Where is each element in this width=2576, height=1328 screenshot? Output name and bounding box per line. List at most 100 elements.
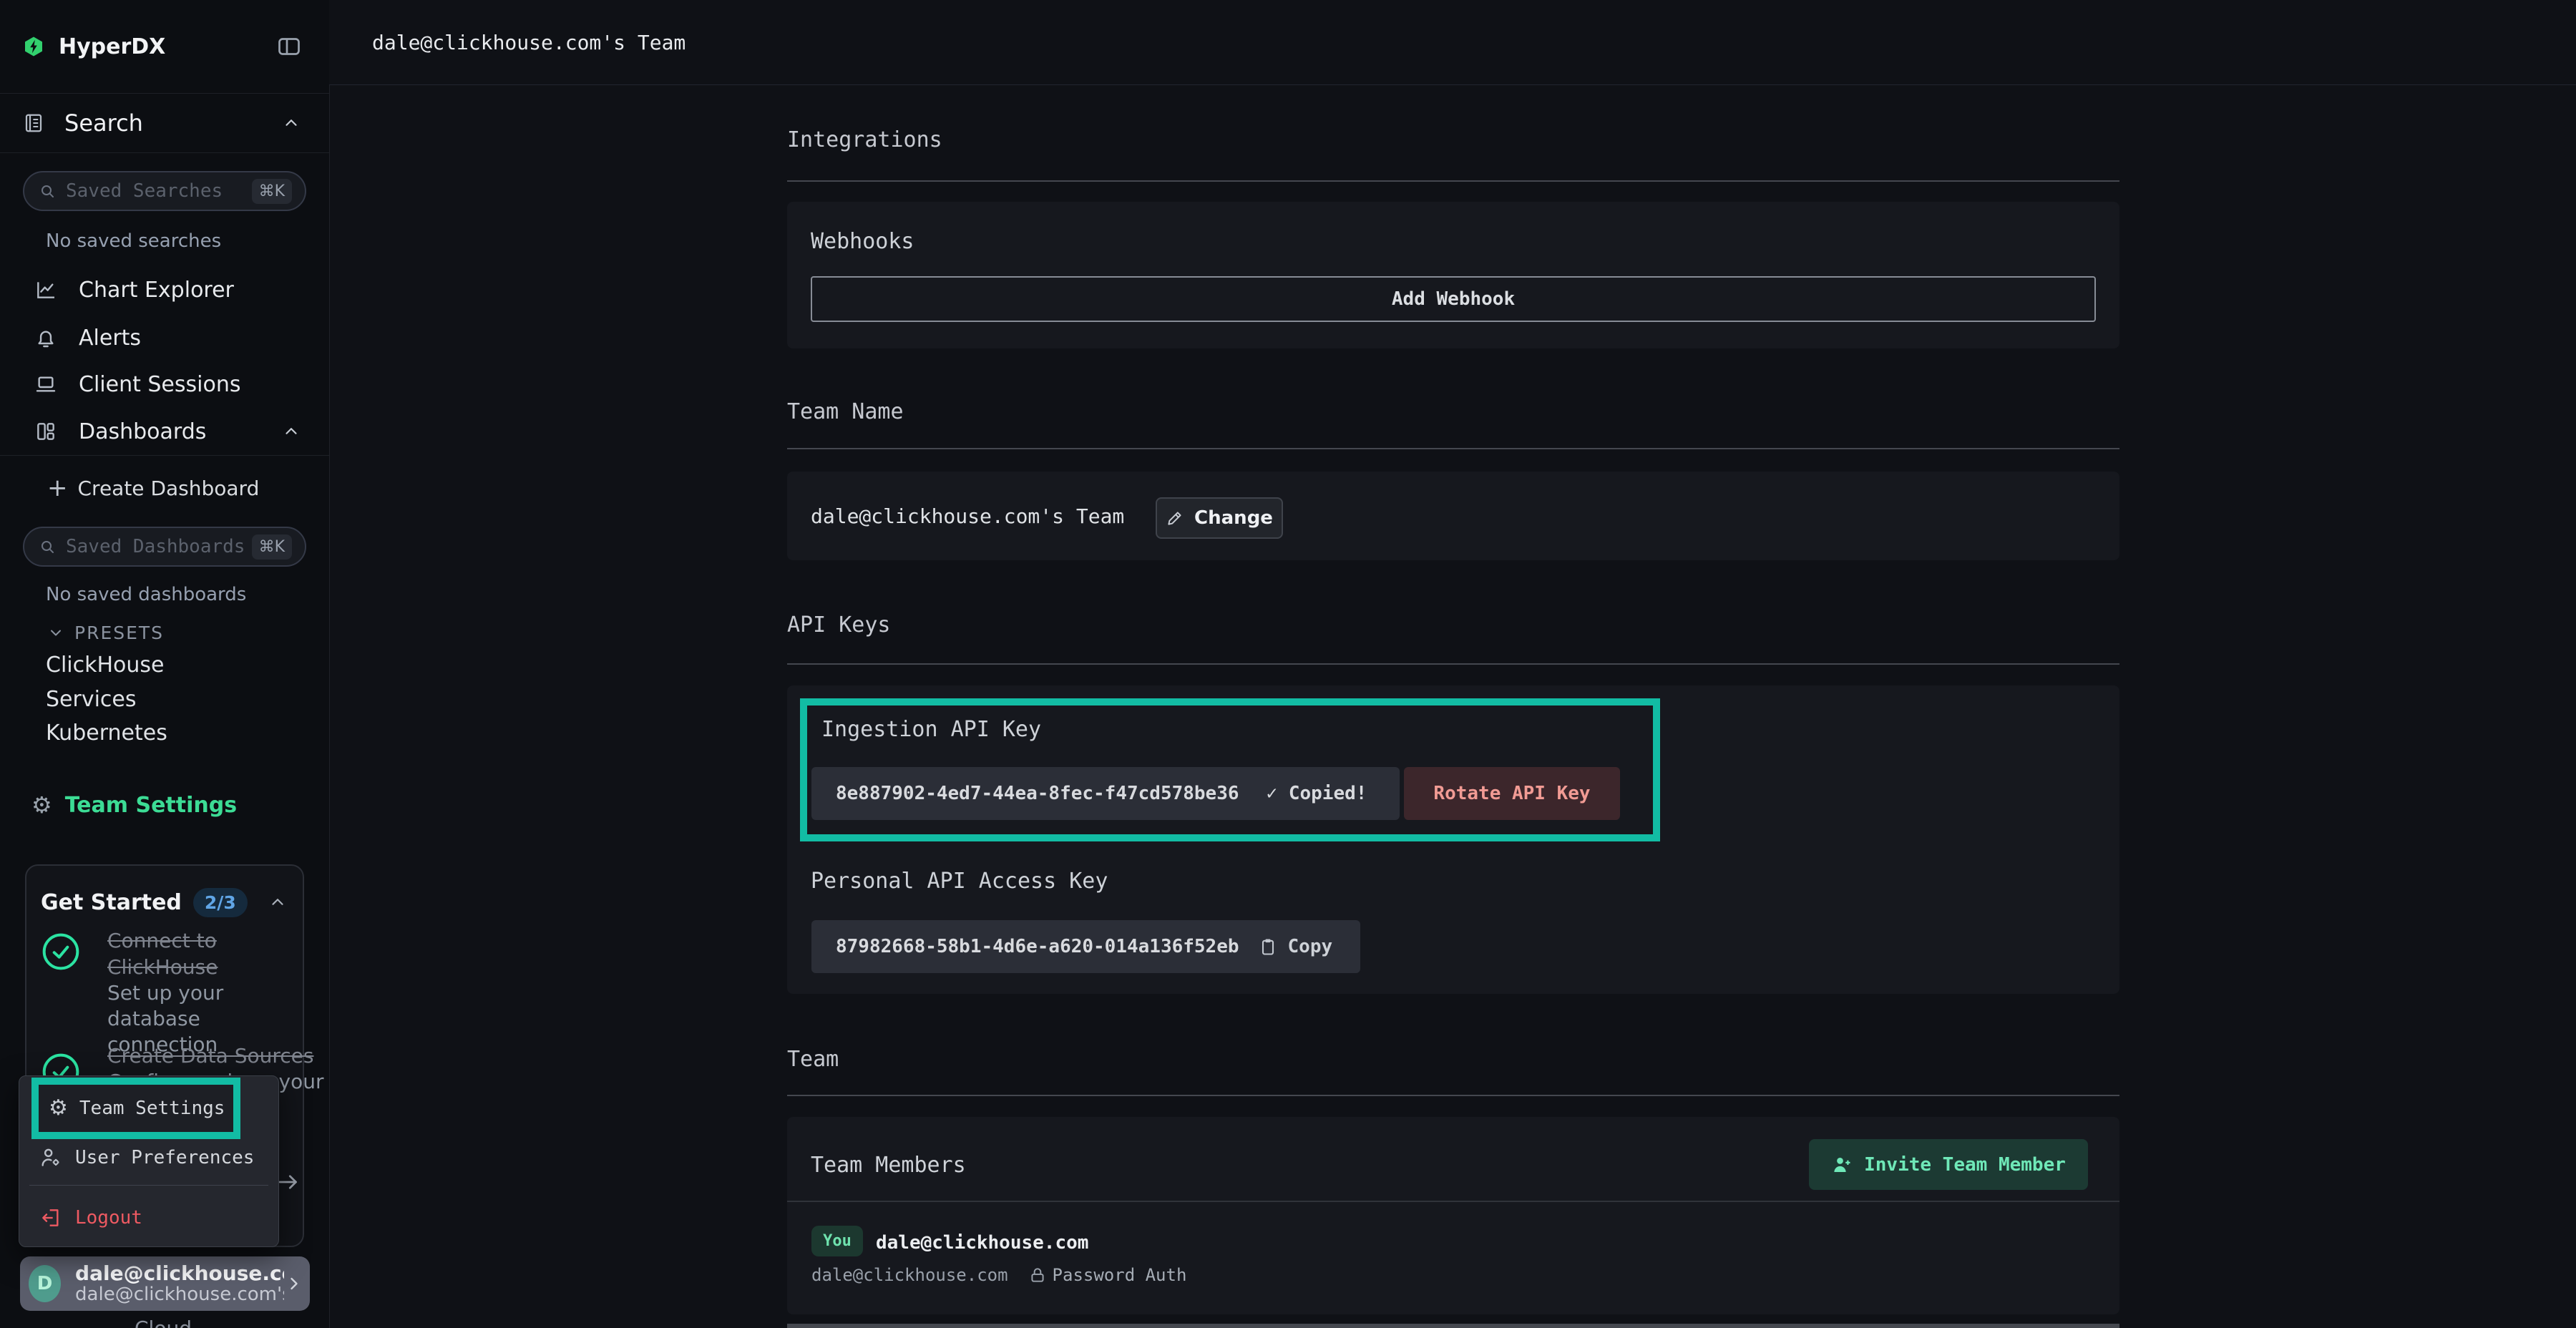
section-divider bbox=[787, 1095, 2119, 1096]
chart-icon bbox=[34, 278, 57, 301]
section-divider bbox=[787, 448, 2119, 449]
chevron-up-icon[interactable] bbox=[268, 893, 287, 912]
dashboard-grid-icon bbox=[34, 420, 57, 443]
team-heading: Team bbox=[787, 1047, 839, 1072]
team-name-card: dale@clickhouse.com's Team Change bbox=[787, 472, 2119, 560]
pencil-icon bbox=[1166, 509, 1184, 527]
menu-item-team-settings-highlighted[interactable]: ⚙ Team Settings bbox=[31, 1078, 240, 1139]
rotate-api-key-button[interactable]: Rotate API Key bbox=[1404, 767, 1620, 820]
gear-icon: ⚙ bbox=[31, 794, 52, 816]
preset-services[interactable]: Services bbox=[46, 687, 137, 712]
create-dashboard-label: Create Dashboard bbox=[78, 477, 260, 500]
change-button-label: Change bbox=[1194, 507, 1273, 529]
sidebar-item-dashboards[interactable]: Dashboards bbox=[0, 411, 329, 452]
sidebar-item-label: Chart Explorer bbox=[79, 278, 234, 303]
saved-searches-placeholder: Saved Searches bbox=[66, 180, 223, 202]
member-email: dale@clickhouse.com bbox=[811, 1265, 1008, 1285]
change-team-name-button[interactable]: Change bbox=[1156, 497, 1283, 539]
next-section-edge bbox=[787, 1324, 2119, 1328]
logout-icon bbox=[39, 1206, 62, 1229]
search-icon bbox=[39, 182, 56, 200]
shortcut-badge: ⌘K bbox=[252, 534, 292, 560]
search-icon bbox=[39, 538, 56, 555]
logo-row: HyperDX bbox=[0, 0, 329, 93]
get-started-item-1[interactable]: Connect to ClickHouse Set up your databa… bbox=[107, 927, 302, 1058]
personal-api-key-label: Personal API Access Key bbox=[811, 869, 1108, 894]
person-plus-icon bbox=[1831, 1154, 1853, 1176]
menu-divider bbox=[29, 1185, 268, 1186]
chevron-down-icon bbox=[47, 624, 64, 641]
divider bbox=[0, 152, 329, 153]
collapse-sidebar-icon[interactable] bbox=[276, 34, 302, 59]
laptop-icon bbox=[34, 373, 57, 396]
ingestion-key-value: 8e887902-4ed7-44ea-8fec-f47cd578be36 bbox=[836, 783, 1239, 804]
chevron-up-icon[interactable] bbox=[282, 422, 301, 441]
auth-method-label: Password Auth bbox=[1053, 1265, 1187, 1285]
saved-dashboards-input[interactable]: Saved Dashboards ⌘K bbox=[23, 527, 306, 567]
team-name-value: dale@clickhouse.com's Team bbox=[811, 504, 1124, 528]
get-started-title: Get Started bbox=[41, 890, 182, 915]
add-webhook-button[interactable]: Add Webhook bbox=[811, 276, 2096, 322]
plus-icon: + bbox=[47, 477, 68, 499]
create-dashboard-button[interactable]: + Create Dashboard bbox=[47, 469, 259, 507]
chevron-right-icon bbox=[284, 1274, 304, 1294]
sidebar-item-label: Client Sessions bbox=[79, 372, 240, 397]
personal-key-chip[interactable]: 87982668-58b1-4d6e-a620-014a136f52eb Cop… bbox=[811, 920, 1360, 973]
lock-icon bbox=[1028, 1266, 1047, 1284]
sidebar-item-chart-explorer[interactable]: Chart Explorer bbox=[0, 269, 329, 311]
ingestion-key-chip[interactable]: 8e887902-4ed7-44ea-8fec-f47cd578be36 ✓ C… bbox=[811, 767, 1400, 820]
copy-button-label[interactable]: Copy bbox=[1288, 936, 1333, 957]
get-started-header[interactable]: Get Started 2/3 bbox=[41, 886, 287, 919]
clipped-bottom-text: Cloud bbox=[135, 1317, 192, 1328]
sidebar-section-search[interactable]: Search bbox=[0, 94, 329, 152]
task-title: Create Data Sources bbox=[107, 1043, 302, 1069]
saved-searches-input[interactable]: Saved Searches ⌘K bbox=[23, 171, 306, 211]
api-keys-heading: API Keys bbox=[787, 612, 891, 638]
arrow-right-icon[interactable] bbox=[275, 1169, 301, 1195]
ingestion-api-key-label: Ingestion API Key bbox=[821, 717, 1041, 742]
user-email: dale@clickhouse.com bbox=[75, 1262, 284, 1284]
preset-kubernetes[interactable]: Kubernetes bbox=[46, 721, 167, 746]
menu-item-label: Logout bbox=[75, 1207, 142, 1229]
personal-key-value: 87982668-58b1-4d6e-a620-014a136f52eb bbox=[836, 936, 1239, 957]
divider bbox=[0, 455, 329, 456]
sidebar-item-team-settings[interactable]: ⚙ Team Settings bbox=[31, 786, 237, 824]
search-section-label: Search bbox=[64, 109, 143, 137]
user-gear-icon bbox=[39, 1146, 62, 1169]
avatar: D bbox=[29, 1265, 61, 1302]
member-details-row: dale@clickhouse.com Password Auth bbox=[811, 1263, 1186, 1287]
hyperdx-logo-icon bbox=[23, 35, 44, 58]
section-divider bbox=[787, 180, 2119, 182]
topbar: dale@clickhouse.com's Team bbox=[329, 0, 2576, 85]
api-keys-card: Ingestion API Key 8e887902-4ed7-44ea-8fe… bbox=[787, 685, 2119, 994]
invite-team-member-button[interactable]: Invite Team Member bbox=[1809, 1139, 2088, 1190]
no-saved-dashboards-text: No saved dashboards bbox=[46, 584, 246, 605]
member-name: dale@clickhouse.com bbox=[876, 1232, 1088, 1254]
card-divider bbox=[787, 1201, 2119, 1202]
sidebar-item-alerts[interactable]: Alerts bbox=[0, 317, 329, 358]
sidebar: HyperDX Search Saved Searches ⌘K No save… bbox=[0, 0, 330, 1328]
sidebar-item-label: Alerts bbox=[79, 326, 141, 351]
user-card[interactable]: D dale@clickhouse.com dale@clickhouse.co… bbox=[20, 1256, 310, 1311]
team-members-card: Team Members Invite Team Member You dale… bbox=[787, 1117, 2119, 1314]
chevron-up-icon[interactable] bbox=[282, 114, 301, 132]
menu-item-logout[interactable]: Logout bbox=[39, 1198, 142, 1238]
menu-item-user-preferences[interactable]: User Preferences bbox=[39, 1138, 254, 1178]
preset-clickhouse[interactable]: ClickHouse bbox=[46, 653, 165, 678]
sidebar-item-label: Dashboards bbox=[79, 419, 206, 444]
journal-icon bbox=[23, 112, 44, 134]
clipboard-icon[interactable] bbox=[1258, 937, 1278, 957]
progress-badge: 2/3 bbox=[193, 888, 248, 917]
presets-toggle[interactable]: PRESETS bbox=[47, 617, 164, 648]
page-title: dale@clickhouse.com's Team bbox=[372, 31, 686, 54]
team-members-label: Team Members bbox=[811, 1153, 966, 1178]
section-divider bbox=[787, 663, 2119, 665]
shortcut-badge: ⌘K bbox=[252, 179, 292, 204]
team-settings-link-label: Team Settings bbox=[65, 793, 237, 818]
integrations-heading: Integrations bbox=[787, 127, 942, 152]
menu-item-label: Team Settings bbox=[79, 1098, 225, 1119]
sidebar-item-client-sessions[interactable]: Client Sessions bbox=[0, 363, 329, 405]
presets-label: PRESETS bbox=[74, 622, 164, 643]
task-title: Connect to ClickHouse bbox=[107, 927, 302, 980]
gear-icon: ⚙ bbox=[49, 1098, 68, 1119]
